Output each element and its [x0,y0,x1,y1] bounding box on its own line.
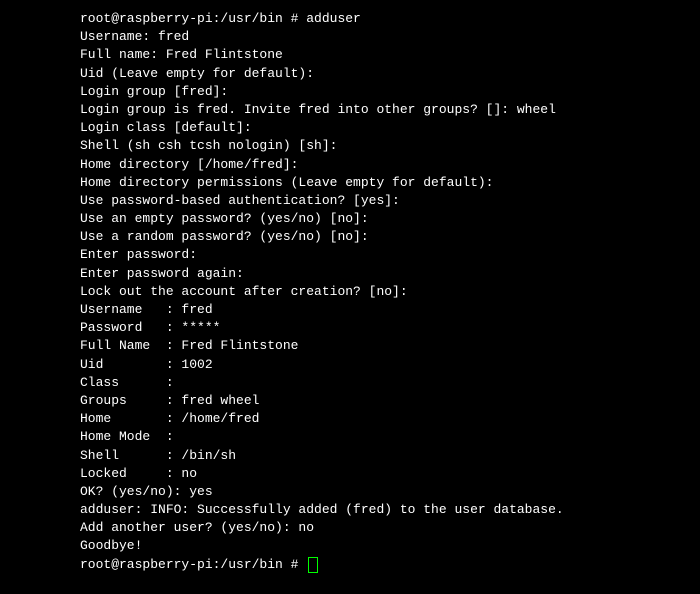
terminal-line-summary-homemode: Home Mode : [80,428,680,446]
terminal-prompt-text: root@raspberry-pi:/usr/bin # [80,556,306,574]
terminal-line-empty-password-input: Use an empty password? (yes/no) [no]: [80,210,680,228]
terminal-line-goodbye: Goodbye! [80,537,680,555]
terminal-line-summary-class: Class : [80,374,680,392]
terminal-line-login-class-input: Login class [default]: [80,119,680,137]
terminal-line-other-groups-input: Login group is fred. Invite fred into ot… [80,101,680,119]
terminal-line-summary-fullname: Full Name : Fred Flintstone [80,337,680,355]
terminal-line-enter-password: Enter password: [80,246,680,264]
terminal-line-fullname-input: Full name: Fred Flintstone [80,46,680,64]
terminal-line-enter-password-again: Enter password again: [80,265,680,283]
cursor-icon [308,557,318,573]
terminal-line-uid-input: Uid (Leave empty for default): [80,65,680,83]
terminal-line-ok-confirm: OK? (yes/no): yes [80,483,680,501]
terminal-line-summary-groups: Groups : fred wheel [80,392,680,410]
terminal-line-summary-home: Home : /home/fred [80,410,680,428]
terminal-line-add-another: Add another user? (yes/no): no [80,519,680,537]
terminal-line-shell-input: Shell (sh csh tcsh nologin) [sh]: [80,137,680,155]
terminal-prompt-active[interactable]: root@raspberry-pi:/usr/bin # [80,556,680,574]
terminal-line-home-perms-input: Home directory permissions (Leave empty … [80,174,680,192]
terminal-line-success-info: adduser: INFO: Successfully added (fred)… [80,501,680,519]
terminal-line-prompt-adduser: root@raspberry-pi:/usr/bin # adduser [80,10,680,28]
terminal-line-password-auth-input: Use password-based authentication? [yes]… [80,192,680,210]
terminal-line-username-input: Username: fred [80,28,680,46]
terminal-line-summary-locked: Locked : no [80,465,680,483]
terminal-line-lockout-input: Lock out the account after creation? [no… [80,283,680,301]
terminal-line-login-group-input: Login group [fred]: [80,83,680,101]
terminal-line-summary-password: Password : ***** [80,319,680,337]
terminal-line-home-dir-input: Home directory [/home/fred]: [80,156,680,174]
terminal-line-summary-shell: Shell : /bin/sh [80,447,680,465]
terminal-line-summary-uid: Uid : 1002 [80,356,680,374]
terminal-line-summary-username: Username : fred [80,301,680,319]
terminal-line-random-password-input: Use a random password? (yes/no) [no]: [80,228,680,246]
